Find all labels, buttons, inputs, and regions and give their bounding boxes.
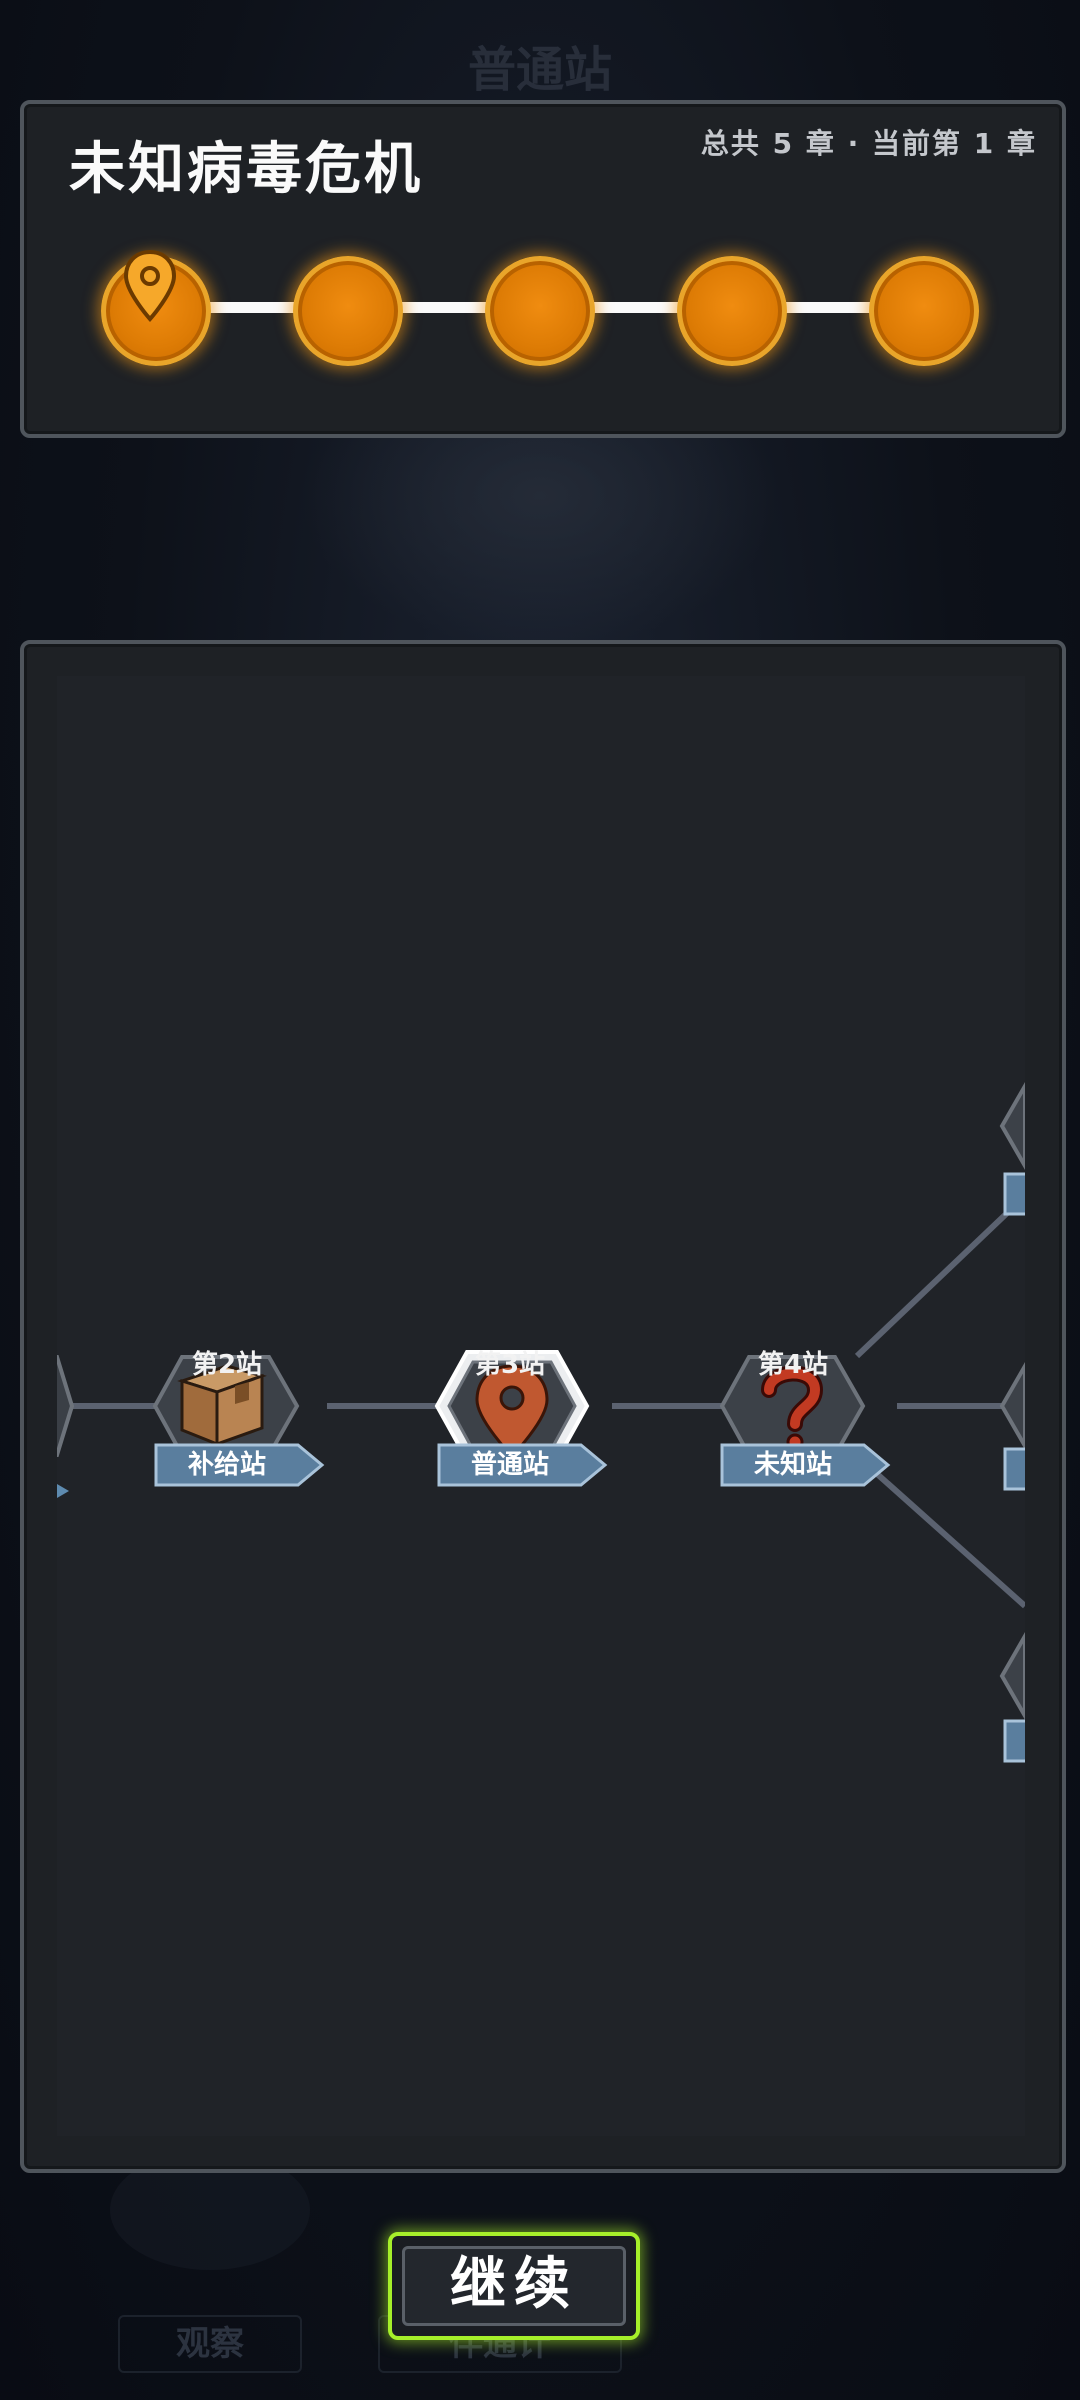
continue-button-label: 继续 [402, 2246, 626, 2326]
station-3-type-tag: 普通站 [470, 1450, 549, 1480]
station-node-5c-partial [999, 1631, 1025, 1763]
station-node-5a-partial [999, 1081, 1025, 1216]
background-observe-button: 观察 [118, 2315, 302, 2373]
chapter-title: 未知病毒危机 [69, 137, 423, 202]
station-2-type-tag: 补给站 [187, 1450, 266, 1480]
chapter-node-5[interactable] [869, 256, 979, 366]
station-node-1-partial [57, 1355, 75, 1457]
chapter-progress-text: 总共 5 章 · 当前第 1 章 [700, 127, 1037, 160]
chapter-node-3[interactable] [485, 256, 595, 366]
station-4-number: 第4站 [757, 1350, 829, 1380]
station-3-number: 第3站 [474, 1350, 546, 1380]
route-map-panel: 第2站 第3站 第4站 补给站 普通站 未知站 [20, 640, 1066, 2173]
station-2-number: 第2站 [191, 1350, 263, 1380]
background-figure [300, 430, 780, 650]
background-title: 普通站 [467, 42, 612, 98]
route-map [57, 1081, 1025, 1763]
chapter-node-4[interactable] [677, 256, 787, 366]
route-map-area[interactable]: 第2站 第3站 第4站 补给站 普通站 未知站 [57, 676, 1025, 2136]
station-4-type-tag: 未知站 [753, 1450, 832, 1480]
station-node-5b-partial [999, 1361, 1025, 1491]
continue-button[interactable]: 继续 [388, 2232, 640, 2340]
chapter-panel: 未知病毒危机 总共 5 章 · 当前第 1 章 [20, 100, 1066, 438]
chapter-node-2[interactable] [293, 256, 403, 366]
current-chapter-pin-icon [123, 249, 177, 323]
